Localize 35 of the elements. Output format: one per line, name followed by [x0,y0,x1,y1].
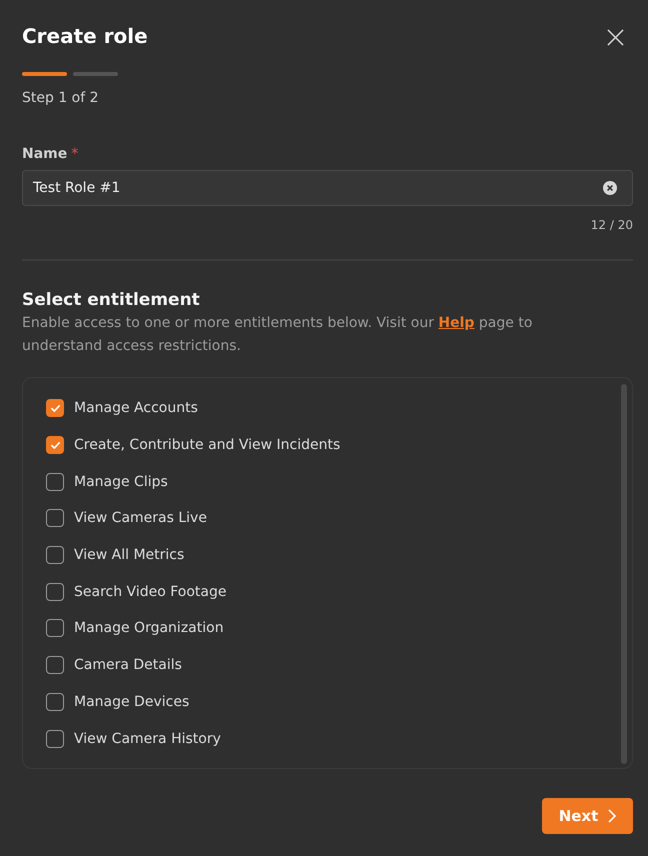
checkbox-label[interactable]: View All Metrics [74,547,184,564]
checkbox[interactable] [46,692,64,711]
checkbox[interactable] [46,472,64,491]
checkbox-label[interactable]: Search Video Footage [74,584,226,600]
checkmark-icon [50,404,60,412]
checkbox-label[interactable]: Manage Accounts [74,400,198,416]
checkbox-label[interactable]: View Camera History [74,730,221,747]
chevron-right-icon [608,808,616,823]
checkbox-label[interactable]: Manage Organization [74,620,224,636]
name-input[interactable]: Test Role #1 [22,170,633,206]
checkbox[interactable] [46,546,64,564]
checkbox-label[interactable]: Create, Contribute and View Incidents [74,437,340,454]
checkbox[interactable] [46,730,64,748]
help-link[interactable]: Help [438,315,474,331]
required-mark: * [71,145,78,164]
checkbox[interactable] [46,582,64,601]
checkbox[interactable] [46,656,64,674]
scrollbar-thumb[interactable] [621,384,627,764]
checkbox[interactable] [46,436,64,454]
checkbox-label[interactable]: Manage Devices [74,694,190,710]
checkbox-label[interactable]: Manage Clips [74,474,168,490]
step-caption: Step 1 of 2 [22,89,99,108]
checkbox-label[interactable]: Camera Details [74,657,182,674]
checkbox[interactable] [46,509,64,528]
clear-icon[interactable] [603,181,617,195]
checkbox[interactable] [46,619,64,638]
checkmark-icon [50,442,60,449]
close-icon[interactable] [607,28,624,46]
section-description: Enable access to one or more entitlements below. Visit our Help page to understand access restrictions. [22,314,534,356]
checkbox-label[interactable]: View Cameras Live [74,510,207,526]
field-label: Name [22,145,68,164]
section-title: Select entitlement [22,289,200,312]
checkbox[interactable] [46,399,64,418]
character-counter: 12 / 20 [590,217,633,234]
dialog-title: Create role [22,23,148,50]
